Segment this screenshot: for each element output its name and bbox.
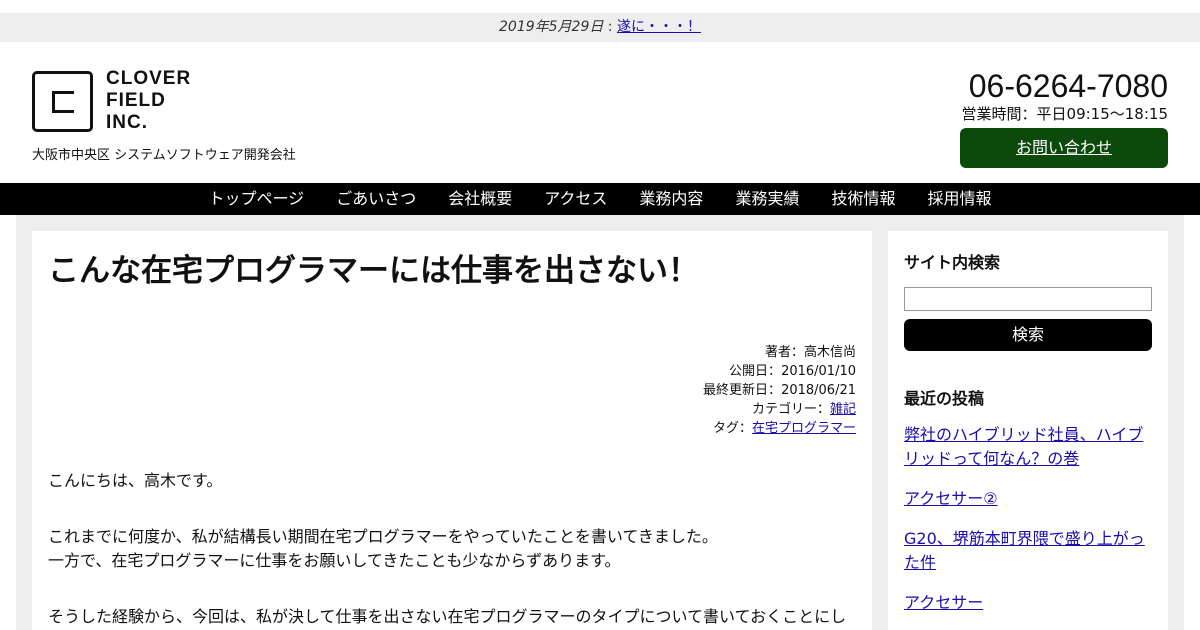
logo-line: FIELD: [106, 90, 166, 111]
nav-item-greeting[interactable]: ごあいさつ: [320, 183, 432, 215]
nav-item-top[interactable]: トップページ: [193, 183, 321, 215]
site-header: CLOVER FIELD INC. 大阪市中央区 システムソフトウェア開発会社 …: [0, 42, 1200, 183]
recent-post-item: G20、堺筋本町界隈で盛り上がった件: [904, 527, 1152, 575]
company-logo[interactable]: CLOVER FIELD INC.: [32, 68, 194, 134]
meta-updated: 最終更新日：2018/06/21: [703, 383, 856, 398]
logo-wordmark: CLOVER FIELD INC.: [106, 68, 191, 134]
article-panel: こんな在宅プログラマーには仕事を出さない！ 著者：高木信尚 公開日：2016/0…: [32, 231, 872, 630]
meta-tag: タグ：在宅プログラマー: [712, 421, 856, 436]
article-paragraph: こんにちは、高木です。: [48, 471, 223, 490]
nav-item-access[interactable]: アクセス: [528, 183, 623, 215]
article-paragraph: そうした経験から、今回は、私が決して仕事を出さない在宅プログラマーのタイプについ…: [48, 607, 847, 626]
nav-item-achievements[interactable]: 業務実績: [719, 183, 815, 215]
article-title: こんな在宅プログラマーには仕事を出さない！: [48, 253, 699, 289]
contact-block: 06-6264-7080 営業時間：平日09:15〜18:15 お問い合わせ: [958, 68, 1168, 168]
logo-mark-icon: [32, 70, 93, 132]
article-meta: 著者：高木信尚 公開日：2016/01/10 最終更新日：2018/06/21 …: [703, 343, 856, 438]
recent-post-item: アクセサー②: [904, 487, 1152, 511]
recent-post-link[interactable]: アクセサー②: [904, 489, 998, 508]
nav-item-recruit[interactable]: 採用情報: [911, 183, 1007, 215]
sidebar: サイト内検索 検索 最近の投稿 弊社のハイブリッド社員、ハイブリッドって何なん？…: [888, 231, 1168, 630]
site-tagline: 大阪市中央区 システムソフトウェア開発会社: [32, 148, 296, 163]
recent-post-link[interactable]: アクセサー: [904, 593, 983, 612]
meta-published: 公開日：2016/01/10: [729, 364, 856, 379]
logo-line: CLOVER: [106, 68, 192, 89]
recent-post-link[interactable]: 弊社のハイブリッド社員、ハイブリッドって何なん？の巻: [904, 425, 1143, 468]
recent-post-item: アクセサー: [904, 591, 1152, 615]
article-body: こんにちは、高木です。 これまでに何度か、私が結構長い期間在宅プログラマーをやっ…: [48, 469, 856, 630]
logo-line: INC.: [106, 112, 148, 133]
search-button[interactable]: 検索: [904, 319, 1152, 351]
category-link[interactable]: 雑記: [830, 402, 856, 417]
recent-posts-list: 弊社のハイブリッド社員、ハイブリッドって何なん？の巻 アクセサー② G20、堺筋…: [904, 423, 1152, 630]
notice-link[interactable]: 遂に・・・！: [617, 19, 701, 35]
meta-category: カテゴリー：雑記: [751, 402, 856, 417]
search-heading: サイト内検索: [904, 253, 1001, 272]
main-navigation: トップページ ごあいさつ 会社概要 アクセス 業務内容 業務実績 技術情報 採用…: [0, 183, 1200, 215]
inquiry-button[interactable]: お問い合わせ: [960, 128, 1168, 168]
notice-date: 2019年5月29日: [499, 19, 604, 35]
business-hours: 営業時間：平日09:15〜18:15: [961, 105, 1168, 123]
notice-separator: :: [603, 19, 617, 35]
nav-item-tech-info[interactable]: 技術情報: [815, 183, 911, 215]
nav-item-services[interactable]: 業務内容: [623, 183, 719, 215]
top-notice-bar: 2019年5月29日 : 遂に・・・！: [0, 13, 1200, 42]
recent-posts-heading: 最近の投稿: [904, 389, 985, 408]
phone-number[interactable]: 06-6264-7080: [958, 68, 1168, 104]
tag-link[interactable]: 在宅プログラマー: [752, 421, 856, 436]
recent-post-item: 弊社のハイブリッド社員、ハイブリッドって何なん？の巻: [904, 423, 1152, 471]
recent-post-link[interactable]: G20、堺筋本町界隈で盛り上がった件: [904, 529, 1145, 572]
site-search-input[interactable]: [904, 287, 1152, 311]
nav-item-company[interactable]: 会社概要: [432, 183, 528, 215]
meta-author: 著者：高木信尚: [764, 345, 856, 360]
article-paragraph: これまでに何度か、私が結構長い期間在宅プログラマーをやっていたことを書いてきまし…: [48, 527, 718, 570]
